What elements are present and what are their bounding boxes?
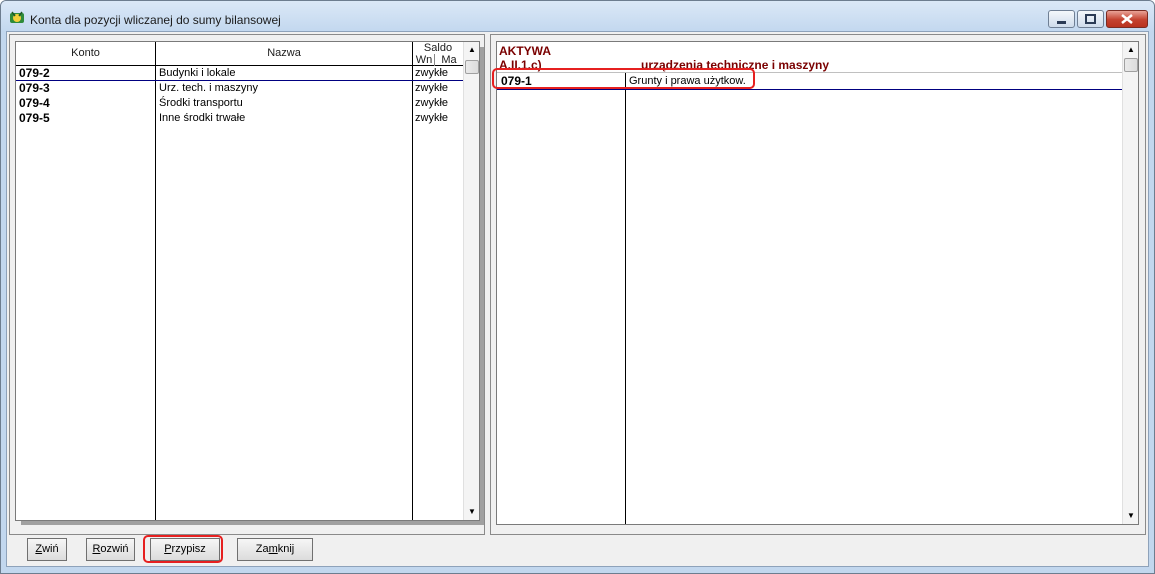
- accounts-panel: Konto Nazwa Saldo Wn Ma 079-2 Budynki i …: [9, 34, 485, 535]
- row-konto: 079-3: [19, 81, 50, 95]
- highlight-assigned-row: [492, 68, 755, 89]
- vertical-scrollbar[interactable]: ▲ ▼: [1122, 42, 1138, 524]
- grid-shadow: [21, 521, 484, 525]
- scroll-up-icon[interactable]: ▲: [464, 42, 479, 58]
- scroll-thumb[interactable]: [465, 60, 479, 74]
- column-divider: [412, 42, 413, 520]
- assigned-accounts-panel: AKTYWA A.II.1.c) urządzenia techniczne i…: [490, 34, 1146, 535]
- row-saldo: zwykłe: [415, 82, 449, 94]
- column-header-saldo[interactable]: Saldo: [413, 42, 463, 54]
- close-label-pre: Za: [255, 543, 269, 555]
- close-icon: [1121, 14, 1133, 24]
- collapse-label: wiń: [42, 543, 59, 555]
- header-subdivider: [434, 54, 435, 66]
- section-label: AKTYWA: [499, 44, 551, 58]
- column-divider: [625, 73, 626, 524]
- row-nazwa: Środki transportu: [159, 97, 243, 109]
- client-area: Konto Nazwa Saldo Wn Ma 079-2 Budynki i …: [6, 31, 1149, 567]
- column-header-konto[interactable]: Konto: [16, 42, 155, 66]
- expand-button[interactable]: Rozwiń: [86, 538, 135, 561]
- row-nazwa: Inne środki trwałe: [159, 112, 246, 124]
- row-nazwa: Budynki i lokale: [159, 67, 236, 79]
- highlight-assign-button: [143, 535, 223, 563]
- app-icon: [10, 11, 24, 23]
- expand-label: ozwiń: [100, 543, 129, 555]
- row-nazwa: Urz. tech. i maszyny: [159, 82, 259, 94]
- row-saldo: zwykłe: [415, 97, 449, 109]
- column-header-nazwa[interactable]: Nazwa: [156, 42, 412, 66]
- collapse-button[interactable]: Zwiń: [27, 538, 67, 561]
- assigned-accounts-grid[interactable]: AKTYWA A.II.1.c) urządzenia techniczne i…: [496, 41, 1139, 525]
- close-dialog-button[interactable]: Zamknij: [237, 538, 313, 561]
- row-saldo: zwykłe: [415, 67, 449, 79]
- maximize-icon: [1085, 14, 1096, 24]
- column-divider: [155, 42, 156, 520]
- minimize-button[interactable]: [1048, 10, 1075, 28]
- vertical-scrollbar[interactable]: ▲ ▼: [463, 42, 479, 520]
- window-title: Konta dla pozycji wliczanej do sumy bila…: [30, 13, 281, 27]
- scroll-thumb[interactable]: [1124, 58, 1138, 72]
- close-mnemonic: m: [268, 543, 278, 555]
- accounts-grid[interactable]: Konto Nazwa Saldo Wn Ma 079-2 Budynki i …: [15, 41, 480, 521]
- row-konto: 079-4: [19, 96, 50, 110]
- scroll-up-icon[interactable]: ▲: [1123, 42, 1138, 58]
- grid-shadow: [480, 47, 484, 525]
- selected-row-underline: [497, 89, 1123, 90]
- scroll-down-icon[interactable]: ▼: [464, 504, 479, 520]
- close-label-post: knij: [277, 543, 295, 555]
- row-konto: 079-2: [19, 66, 50, 80]
- title-bar[interactable]: Konta dla pozycji wliczanej do sumy bila…: [1, 1, 1154, 31]
- row-saldo: zwykłe: [415, 112, 449, 124]
- maximize-button[interactable]: [1077, 10, 1104, 28]
- row-konto: 079-5: [19, 111, 50, 125]
- minimize-icon: [1057, 21, 1066, 24]
- close-button[interactable]: [1106, 10, 1148, 28]
- scroll-down-icon[interactable]: ▼: [1123, 508, 1138, 524]
